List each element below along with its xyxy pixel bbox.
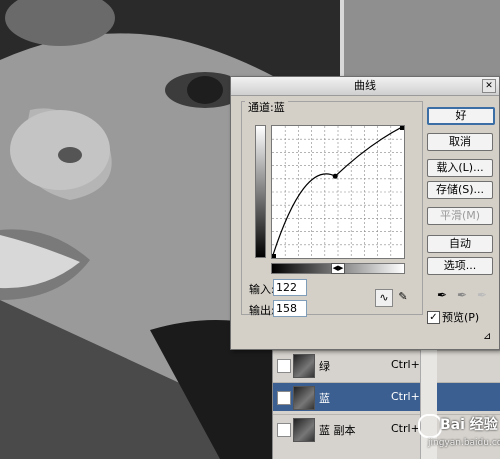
channel-thumbnail — [293, 386, 315, 410]
watermark-url: jingyan.baidu.com — [428, 438, 500, 448]
auto-button[interactable]: 自动 — [427, 235, 493, 253]
curve-graph[interactable] — [271, 125, 405, 259]
visibility-toggle[interactable] — [277, 423, 291, 437]
curve-control-point[interactable] — [332, 173, 338, 179]
smooth-button[interactable]: 平滑(M) — [427, 207, 493, 225]
channel-thumbnail — [293, 418, 315, 442]
channel-label: 通道:蓝 — [245, 99, 288, 115]
channel-name: 绿 — [319, 360, 330, 373]
output-label: 输出: — [249, 304, 275, 317]
black-eyedropper-icon[interactable]: ✒ — [435, 287, 449, 303]
input-label: 输入: — [249, 283, 275, 296]
preview-checkbox[interactable]: ✓ — [427, 311, 440, 324]
visibility-toggle[interactable] — [277, 359, 291, 373]
dialog-title: 曲线 — [354, 79, 376, 92]
save-button[interactable]: 存储(S)... — [427, 181, 493, 199]
curve-endpoint-end[interactable] — [400, 126, 404, 130]
channel-thumbnail — [293, 354, 315, 378]
curve-tool-icon[interactable]: ∿ — [375, 289, 393, 307]
channel-name: 蓝 副本 — [319, 424, 356, 437]
paw-logo-icon — [418, 414, 442, 438]
curve-endpoint-start[interactable] — [272, 254, 276, 258]
white-eyedropper-icon[interactable]: ✒ — [475, 287, 489, 303]
load-button[interactable]: 载入(L)... — [427, 159, 493, 177]
pencil-icon[interactable]: ✎ — [395, 289, 411, 305]
cancel-button[interactable]: 取消 — [427, 133, 493, 151]
output-gradient-bar — [255, 125, 266, 258]
output-field[interactable]: 158 — [273, 300, 307, 317]
channel-row-green[interactable]: 绿 Ctrl+2 — [273, 350, 500, 379]
eye-icon[interactable]: ● — [277, 391, 291, 405]
curves-dialog: 曲线 ✕ 通道:蓝 ◀▶ 输入: 122 输出: 158 ∿ ✎ 好 取消 载入… — [230, 76, 500, 350]
ok-button[interactable]: 好 — [427, 107, 495, 125]
gradient-direction-toggle[interactable]: ◀▶ — [331, 263, 345, 274]
gray-eyedropper-icon[interactable]: ✒ — [455, 287, 469, 303]
channel-row-blue[interactable]: ● 蓝 Ctrl+3 — [273, 382, 500, 411]
resize-grip-icon[interactable]: ⊿ — [483, 331, 495, 343]
input-field[interactable]: 122 — [273, 279, 307, 296]
close-icon[interactable]: ✕ — [482, 79, 496, 93]
watermark-text: Bai 经验 — [440, 417, 498, 433]
curve-svg — [271, 125, 405, 259]
channel-name: 蓝 — [319, 392, 330, 405]
watermark: Bai 经验 jingyan.baidu.com — [418, 412, 500, 457]
preview-label: 预览(P) — [442, 311, 480, 324]
options-button[interactable]: 选项... — [427, 257, 493, 275]
dialog-titlebar[interactable]: 曲线 ✕ — [231, 77, 499, 96]
